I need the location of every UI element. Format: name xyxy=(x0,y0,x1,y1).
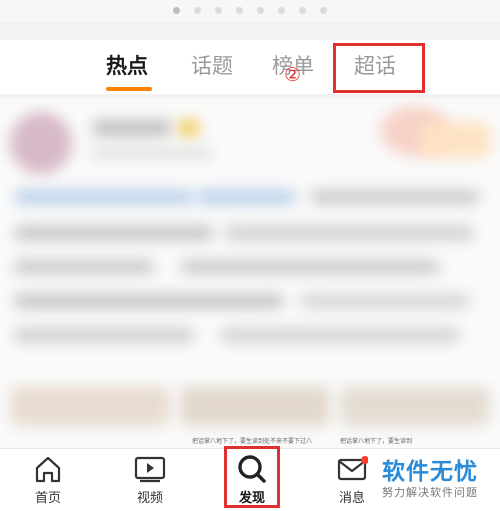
highlight-box-discover xyxy=(224,446,280,508)
text-line-placeholder xyxy=(310,190,480,204)
thumbnail-caption: 把话掌八地下了，要生读到 xyxy=(340,438,413,445)
text-line-placeholder xyxy=(224,226,474,240)
watermark: 软件无忧 努力解决软件问题 xyxy=(362,452,500,510)
text-line-placeholder xyxy=(14,328,194,342)
nav-item-home[interactable]: 首页 xyxy=(18,455,78,506)
post-meta-placeholder xyxy=(92,148,212,158)
page-dot[interactable] xyxy=(278,7,285,14)
thumbnail-caption: 把话掌八地下了，要生读到处不来不要下过八 xyxy=(192,438,313,445)
nav-label-video: 视频 xyxy=(136,491,163,506)
text-line-placeholder xyxy=(180,260,440,274)
step-marker-2: ② xyxy=(284,64,302,86)
active-tab-indicator xyxy=(106,87,152,91)
follow-button-placeholder[interactable] xyxy=(420,122,490,158)
page-indicator xyxy=(0,0,500,22)
thumbnail[interactable] xyxy=(10,386,170,426)
text-line-placeholder xyxy=(14,190,194,204)
text-line-placeholder xyxy=(14,226,214,240)
thumbnail[interactable] xyxy=(340,386,490,426)
page-dot[interactable] xyxy=(194,7,201,14)
text-line-placeholder xyxy=(300,294,470,308)
page-dot[interactable] xyxy=(299,7,306,14)
page-dot[interactable] xyxy=(320,7,327,14)
home-icon xyxy=(35,456,61,483)
page-dot[interactable] xyxy=(236,7,243,14)
watermark-title: 软件无忧 xyxy=(382,459,478,485)
text-line-placeholder xyxy=(220,328,460,342)
avatar[interactable] xyxy=(10,112,72,174)
top-tab-bar: 热点 话题 榜单 超话 xyxy=(0,40,500,94)
page-dot-active[interactable] xyxy=(173,7,180,14)
page-dot[interactable] xyxy=(257,7,264,14)
nav-item-video[interactable]: 视频 xyxy=(120,455,180,506)
tab-hot[interactable]: 热点 xyxy=(106,52,148,80)
page-dot[interactable] xyxy=(215,7,222,14)
card-thumbnail-strip: 把话掌八地下了，要生读到处不来不要下过八 把话掌八地下了，要生读到 xyxy=(0,378,500,448)
nav-label-home: 首页 xyxy=(34,491,61,506)
thumbnail[interactable] xyxy=(180,386,330,426)
video-icon xyxy=(134,456,166,483)
text-line-placeholder xyxy=(14,260,154,274)
tab-topics[interactable]: 话题 xyxy=(191,52,233,80)
text-line-placeholder xyxy=(196,190,296,204)
username-placeholder xyxy=(92,120,172,136)
badge xyxy=(178,120,200,136)
watermark-subtitle: 努力解决软件问题 xyxy=(382,486,478,499)
highlight-box-super-topics xyxy=(333,43,425,93)
text-line-placeholder xyxy=(14,294,284,308)
